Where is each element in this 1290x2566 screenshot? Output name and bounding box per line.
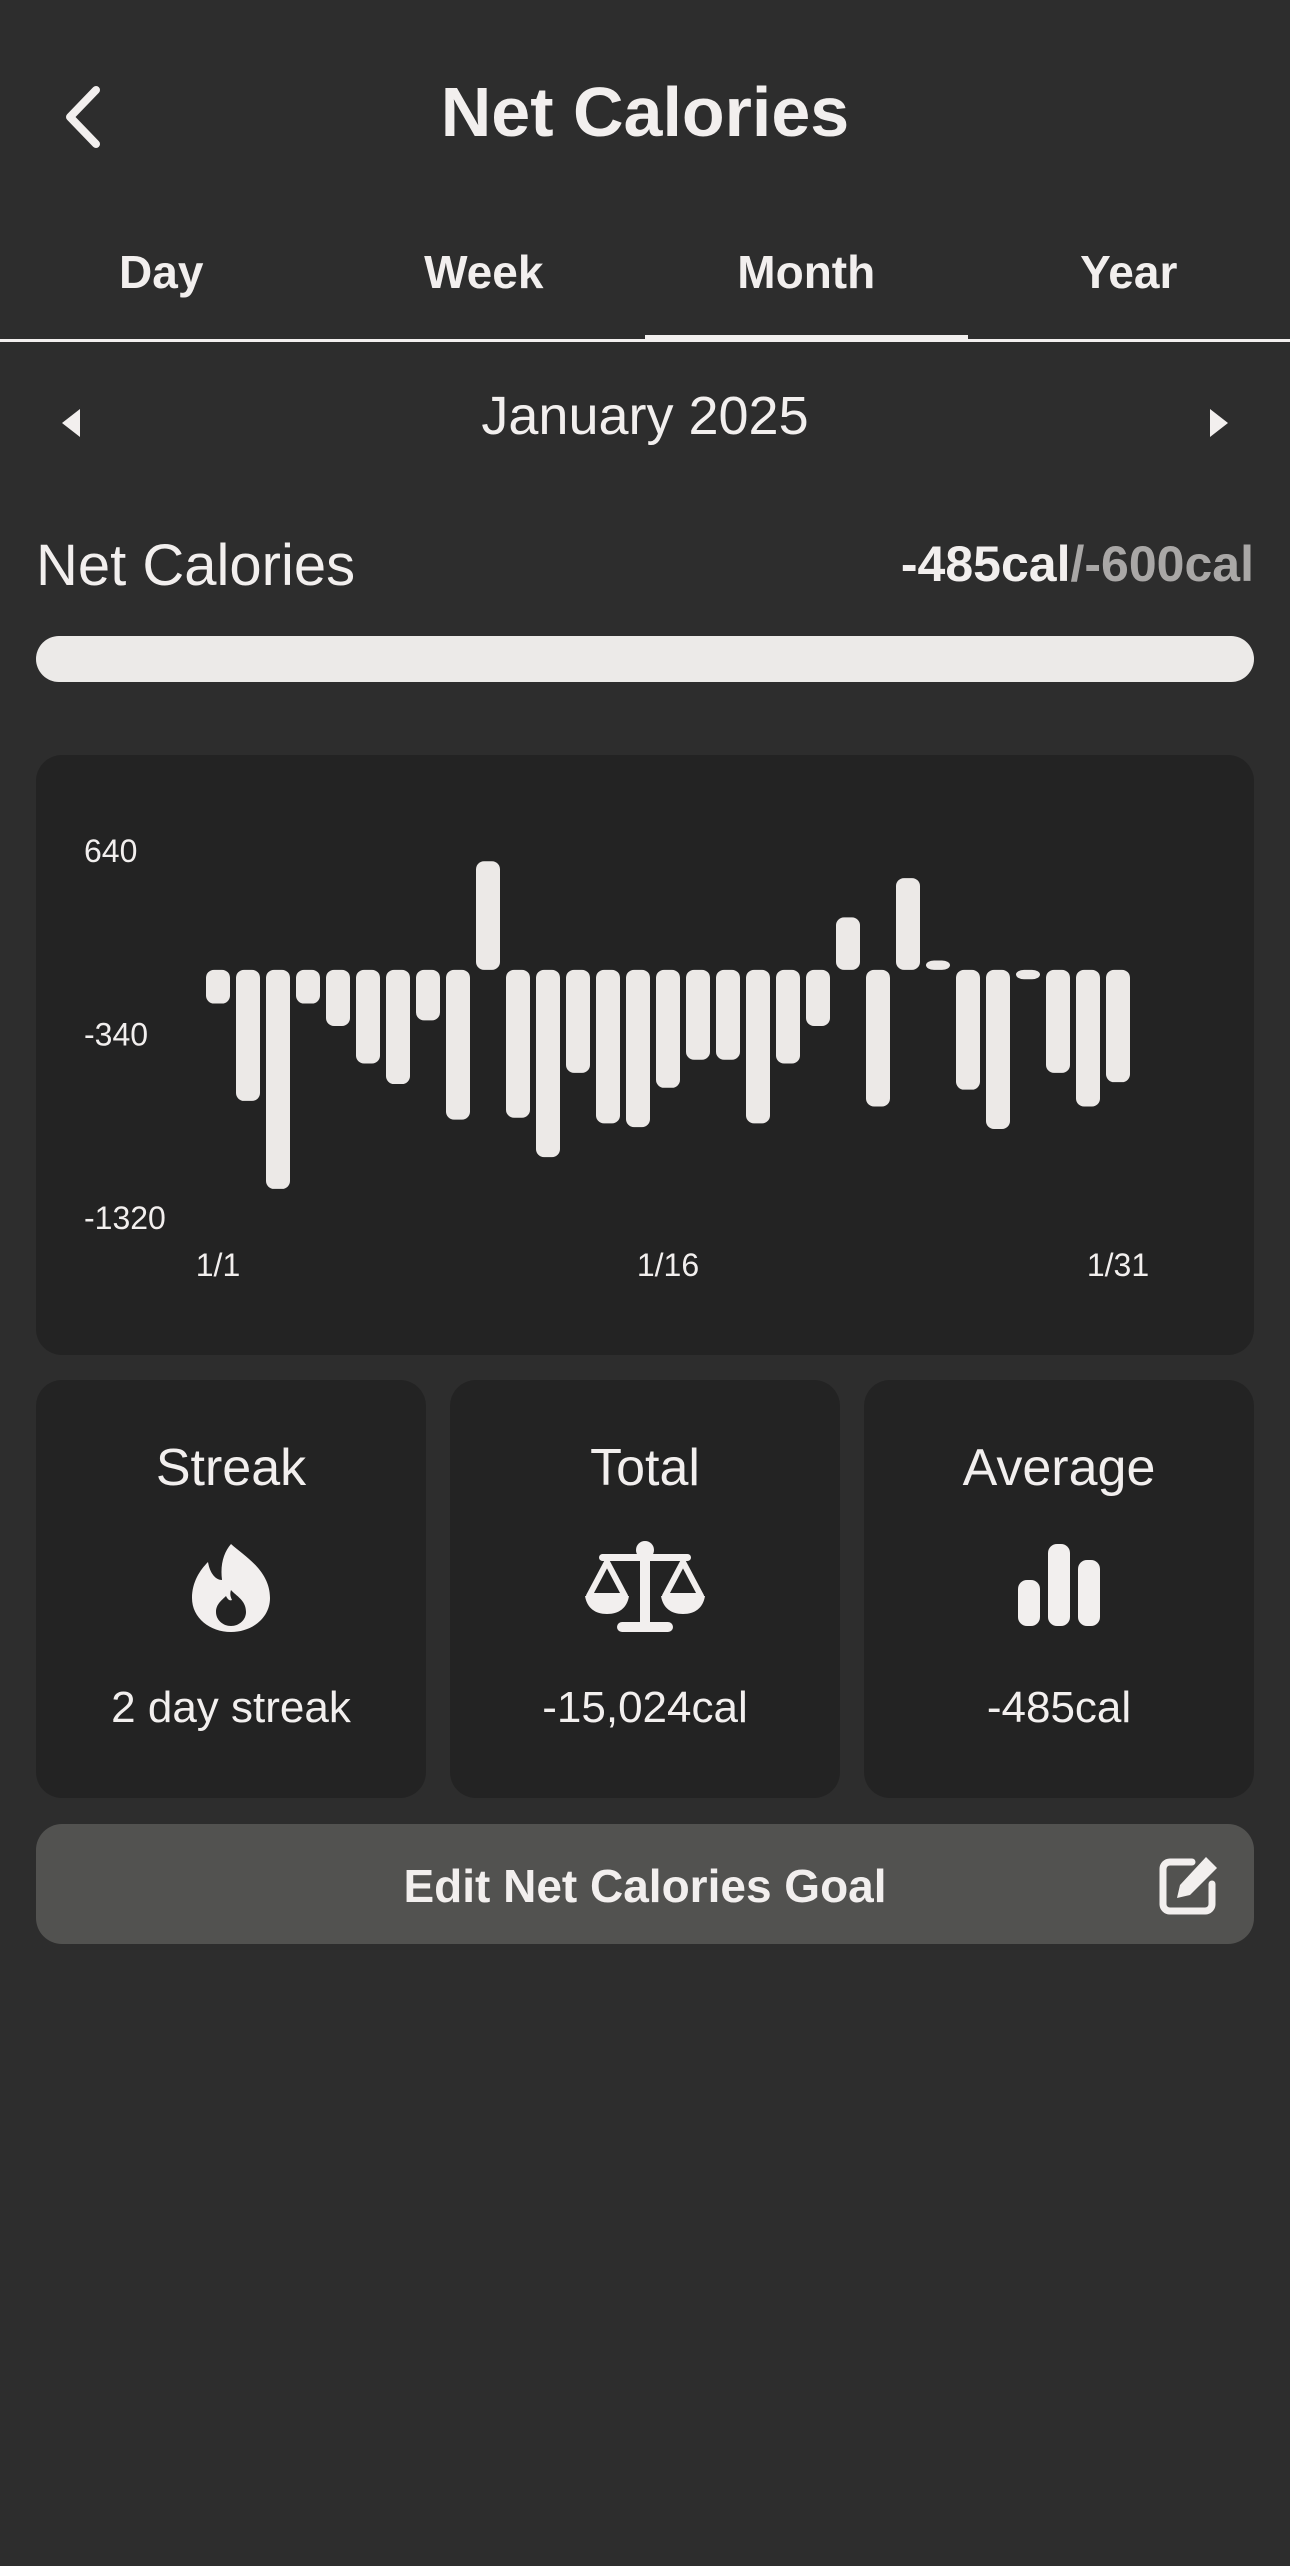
chart-bar-1-1 <box>206 969 230 1004</box>
chart-bar-1-14 <box>596 969 620 1124</box>
chart-bar-1-9 <box>446 969 470 1120</box>
chart-bar-1-23 <box>866 969 890 1107</box>
chart-bar-1-30 <box>1076 969 1100 1107</box>
period-label: January 2025 <box>481 386 809 446</box>
chart-bar-1-13 <box>566 969 590 1073</box>
y-tick-label: -340 <box>84 1017 148 1053</box>
chart-bar-1-3 <box>266 969 290 1189</box>
chart-bar-1-10 <box>476 861 500 970</box>
tab-week[interactable]: Week <box>323 205 646 339</box>
chart-bar-1-2 <box>236 969 260 1101</box>
edit-icon <box>1158 1854 1220 1921</box>
chart-bar-1-18 <box>716 969 740 1060</box>
summary-label: Net Calories <box>36 533 356 598</box>
average-title: Average <box>962 1439 1156 1497</box>
chart-bar-1-22 <box>836 917 860 970</box>
tab-year[interactable]: Year <box>968 205 1290 339</box>
flame-icon <box>186 1540 276 1639</box>
x-tick-label: 1/1 <box>196 1247 240 1283</box>
period-tabs: Day Week Month Year <box>0 205 1290 342</box>
page-title: Net Calories <box>440 73 850 151</box>
streak-value: 2 day streak <box>111 1683 351 1732</box>
chart-bar-1-19 <box>746 969 770 1124</box>
next-period-button[interactable] <box>1188 393 1248 453</box>
streak-title: Streak <box>155 1439 307 1497</box>
chart-bar-1-6 <box>356 969 380 1064</box>
header: Net Calories <box>0 0 1290 200</box>
total-value: -15,024cal <box>542 1683 748 1732</box>
total-card: Total -15,024cal <box>450 1380 840 1798</box>
chart-bar-1-5 <box>326 969 350 1027</box>
streak-card: Streak 2 day streak <box>36 1380 426 1798</box>
y-tick-label: 640 <box>84 833 137 869</box>
total-title: Total <box>590 1439 700 1497</box>
average-value: -485cal <box>986 1683 1132 1732</box>
tab-month[interactable]: Month <box>645 205 968 342</box>
chart-bar-1-28 <box>1016 969 1040 980</box>
x-tick-label: 1/16 <box>637 1247 699 1283</box>
chart-bar-1-26 <box>956 969 980 1090</box>
caret-right-icon <box>1210 409 1228 437</box>
summary-goal: -600cal <box>1084 536 1254 592</box>
tab-day[interactable]: Day <box>0 205 323 339</box>
chart-bar-1-15 <box>626 969 650 1128</box>
period-navigator: January 2025 <box>0 375 1290 465</box>
x-tick-label: 1/31 <box>1087 1247 1149 1283</box>
net-calories-chart: 640 -340 -1320 1/1 1/16 1/31 <box>84 833 1149 1283</box>
chart-bar-1-12 <box>536 969 560 1158</box>
chart-bar-1-7 <box>386 969 410 1085</box>
bar-chart-icon <box>1016 1540 1102 1635</box>
goal-progress-bar <box>36 636 1254 682</box>
edit-goal-button[interactable]: Edit Net Calories Goal <box>36 1824 1254 1944</box>
chart-card: 640 -340 -1320 1/1 1/16 1/31 <box>36 755 1254 1355</box>
chart-bar-1-21 <box>806 969 830 1027</box>
chart-bar-1-29 <box>1046 969 1070 1073</box>
chart-bar-1-31 <box>1106 969 1130 1083</box>
edit-goal-label: Edit Net Calories Goal <box>403 1860 887 1912</box>
summary-value: -485cal/-600cal <box>901 535 1254 593</box>
summary-current: -485cal <box>900 536 1071 592</box>
chart-bar-1-20 <box>776 969 800 1064</box>
chart-bar-1-25 <box>926 960 950 970</box>
chart-bar-1-4 <box>296 969 320 1004</box>
chart-bar-1-8 <box>416 969 440 1021</box>
chart-bar-1-24 <box>896 878 920 970</box>
chart-bar-1-11 <box>506 969 530 1118</box>
average-card: Average -485cal <box>864 1380 1254 1798</box>
summary-separator: / <box>1070 536 1085 592</box>
chart-bar-1-16 <box>656 969 680 1088</box>
chart-bar-1-27 <box>986 969 1010 1129</box>
y-tick-label: -1320 <box>84 1200 166 1236</box>
chart-bar-1-17 <box>686 969 710 1060</box>
scale-icon <box>583 1540 707 1641</box>
